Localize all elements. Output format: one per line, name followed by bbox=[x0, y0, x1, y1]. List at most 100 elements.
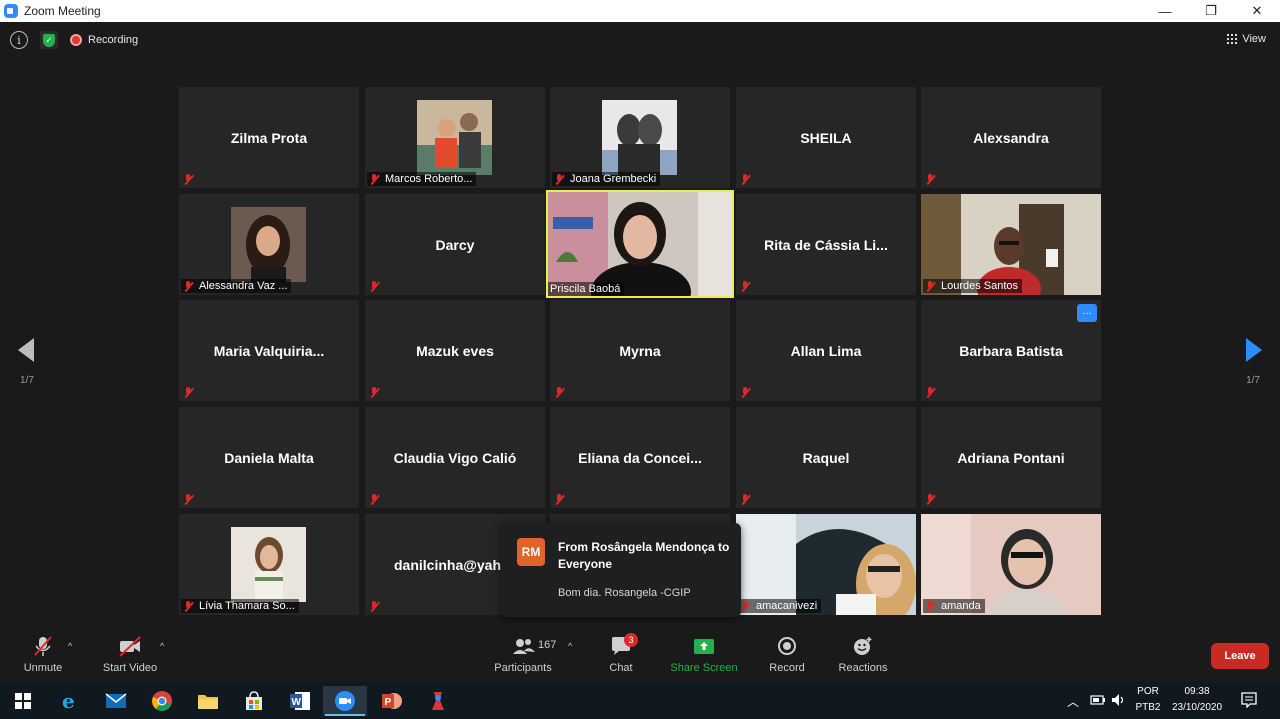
meeting-toolbar: Unmute ^ Start Video ^ 167 Participants … bbox=[0, 627, 1280, 682]
participant-tile[interactable]: Zilma Prota bbox=[179, 87, 359, 188]
participants-button[interactable]: 167 Participants bbox=[490, 627, 556, 682]
participant-tile[interactable]: Joana Grembecki bbox=[550, 87, 730, 188]
participant-label: Lívia Thamara So... bbox=[181, 599, 299, 613]
profile-photo bbox=[231, 527, 306, 602]
participant-name: Eliana da Concei... bbox=[578, 449, 702, 466]
video-options-caret-icon[interactable]: ^ bbox=[160, 641, 164, 651]
chat-notification-popup[interactable]: RM From Rosângela Mendonça to Everyone B… bbox=[501, 523, 741, 617]
participant-name: Daniela Malta bbox=[224, 449, 314, 466]
chat-button[interactable]: 3 Chat bbox=[600, 627, 642, 682]
svg-text:P: P bbox=[385, 697, 392, 708]
participant-label: Joana Grembecki bbox=[552, 172, 661, 186]
participant-name: Darcy bbox=[435, 236, 475, 253]
battery-icon[interactable] bbox=[1090, 694, 1106, 706]
participant-tile[interactable]: Allan Lima bbox=[736, 300, 916, 401]
tray-chevron-icon[interactable]: ︿ bbox=[1067, 693, 1079, 710]
participant-label: amanda bbox=[923, 599, 985, 613]
share-screen-button[interactable]: Share Screen bbox=[668, 627, 740, 682]
muted-mic-icon bbox=[740, 386, 750, 398]
file-explorer-icon[interactable] bbox=[193, 686, 223, 716]
participant-label: Priscila Baobá bbox=[548, 282, 625, 296]
language-indicator-bottom[interactable]: PTB2 bbox=[1134, 702, 1162, 713]
participant-tile[interactable]: Alexsandra bbox=[921, 87, 1101, 188]
participant-label: Marcos Roberto... bbox=[367, 172, 477, 186]
word-icon[interactable]: W bbox=[285, 686, 315, 716]
recording-dot-icon bbox=[70, 34, 82, 46]
participant-tile[interactable]: Alessandra Vaz ... bbox=[179, 194, 359, 295]
participants-options-caret-icon[interactable]: ^ bbox=[568, 641, 572, 651]
audio-options-caret-icon[interactable]: ^ bbox=[68, 641, 72, 651]
reactions-button[interactable]: Reactions bbox=[836, 627, 890, 682]
sender-avatar: RM bbox=[517, 538, 545, 566]
windows-taskbar: e W P ︿ POR PTB2 09:38 23/10/2020 bbox=[0, 682, 1280, 719]
participant-label: Lourdes Santos bbox=[923, 279, 1023, 293]
chrome-icon[interactable] bbox=[147, 686, 177, 716]
svg-text:e: e bbox=[62, 690, 75, 712]
pinned-app-icon[interactable] bbox=[423, 686, 453, 716]
muted-mic-icon bbox=[925, 600, 935, 612]
participant-tile[interactable]: Claudia Vigo Calió bbox=[365, 407, 545, 508]
clock-date[interactable]: 23/10/2020 bbox=[1168, 702, 1226, 713]
participant-name: Allan Lima bbox=[790, 342, 862, 359]
participant-tile[interactable]: Lívia Thamara So... bbox=[179, 514, 359, 615]
leave-button[interactable]: Leave bbox=[1211, 643, 1269, 669]
participant-tile[interactable]: Darcy bbox=[365, 194, 545, 295]
participant-name: Maria Valquiria... bbox=[213, 342, 325, 359]
previous-page-arrow-icon[interactable] bbox=[18, 338, 34, 362]
live-video-feed bbox=[548, 192, 732, 296]
shield-check-icon: ✓ bbox=[43, 33, 55, 47]
participant-tile[interactable]: Lourdes Santos bbox=[921, 194, 1101, 295]
close-button[interactable]: ✕ bbox=[1234, 0, 1280, 22]
recording-indicator[interactable]: Recording bbox=[70, 31, 138, 49]
participant-tile[interactable]: Marcos Roberto... bbox=[365, 87, 545, 188]
participant-name: danilcinha@yah bbox=[394, 556, 502, 573]
muted-mic-icon bbox=[34, 636, 52, 656]
muted-mic-icon bbox=[740, 173, 750, 185]
participant-tile[interactable]: amanda bbox=[921, 514, 1101, 615]
muted-mic-icon bbox=[183, 280, 193, 292]
notifications-icon[interactable] bbox=[1241, 692, 1257, 708]
zoom-app-icon[interactable] bbox=[323, 686, 367, 716]
powerpoint-icon[interactable]: P bbox=[377, 686, 407, 716]
minimize-button[interactable]: — bbox=[1142, 0, 1188, 22]
participant-tile[interactable]: Adriana Pontani bbox=[921, 407, 1101, 508]
internet-explorer-icon[interactable]: e bbox=[55, 686, 85, 716]
language-indicator-top[interactable]: POR bbox=[1134, 686, 1162, 697]
participant-tile[interactable]: SHEILA bbox=[736, 87, 916, 188]
participant-name: Myrna bbox=[619, 342, 661, 359]
participant-tile[interactable]: Raquel bbox=[736, 407, 916, 508]
participant-tile[interactable]: ··· Barbara Batista bbox=[921, 300, 1101, 401]
mail-icon[interactable] bbox=[101, 686, 131, 716]
view-button[interactable]: View bbox=[1227, 33, 1266, 45]
participant-tile[interactable]: Myrna bbox=[550, 300, 730, 401]
unmute-button[interactable]: Unmute bbox=[15, 627, 71, 682]
record-button[interactable]: Record bbox=[766, 627, 808, 682]
meeting-info-icon[interactable]: i bbox=[10, 31, 28, 49]
participant-tile[interactable]: Rita de Cássia Li... bbox=[736, 194, 916, 295]
participant-name: Zilma Prota bbox=[230, 129, 308, 146]
participant-tile[interactable]: Daniela Malta bbox=[179, 407, 359, 508]
participant-tile[interactable]: Eliana da Concei... bbox=[550, 407, 730, 508]
participant-name: Rita de Cássia Li... bbox=[764, 236, 888, 253]
muted-mic-icon bbox=[369, 280, 379, 292]
restore-button[interactable]: ❐ bbox=[1188, 0, 1234, 22]
participant-tile[interactable]: Maria Valquiria... bbox=[179, 300, 359, 401]
start-video-button[interactable]: Start Video bbox=[96, 627, 164, 682]
volume-icon[interactable] bbox=[1111, 693, 1127, 707]
profile-photo bbox=[231, 207, 306, 282]
encryption-shield-icon[interactable]: ✓ bbox=[40, 31, 58, 49]
muted-mic-icon bbox=[183, 600, 193, 612]
muted-mic-icon bbox=[183, 493, 193, 505]
next-page-arrow-icon[interactable] bbox=[1246, 338, 1262, 362]
windows-start-icon[interactable] bbox=[8, 686, 38, 716]
muted-mic-icon bbox=[925, 493, 935, 505]
more-options-button[interactable]: ··· bbox=[1077, 304, 1097, 322]
participant-tile[interactable]: amacanivezi bbox=[736, 514, 916, 615]
clock-time[interactable]: 09:38 bbox=[1168, 686, 1226, 697]
active-speaker-tile[interactable]: Priscila Baobá bbox=[546, 190, 734, 298]
participant-label: amacanivezi bbox=[738, 599, 822, 613]
participant-tile[interactable]: Mazuk eves bbox=[365, 300, 545, 401]
muted-mic-icon bbox=[369, 493, 379, 505]
video-off-icon bbox=[119, 636, 141, 657]
store-icon[interactable] bbox=[239, 686, 269, 716]
